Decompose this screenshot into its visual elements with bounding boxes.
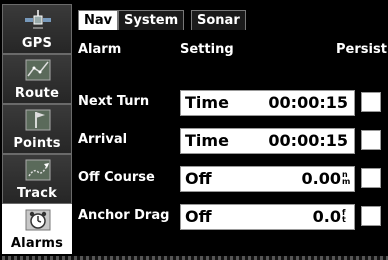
alarm-value: 0.0f t <box>313 207 348 226</box>
waypoint-flag-icon <box>25 109 51 131</box>
sidebar-item-gps[interactable]: GPS <box>2 4 72 54</box>
sidebar-item-label: Points <box>13 136 61 151</box>
route-map-icon <box>25 59 51 81</box>
sidebar: GPS Route Points Track Alarms <box>2 4 72 258</box>
bottom-border <box>2 256 388 260</box>
alarm-label: Off Course <box>78 170 155 185</box>
sidebar-item-label: Route <box>14 86 60 101</box>
alarm-clock-icon <box>25 209 51 231</box>
alarm-value: 00:00:15 <box>268 131 348 150</box>
track-boat-icon <box>25 159 51 181</box>
alarm-value: 0.00n m <box>301 169 351 188</box>
sidebar-item-label: Alarms <box>10 236 64 251</box>
alarm-setting-field[interactable]: Time 00:00:15 <box>180 128 355 154</box>
tab-system[interactable]: System <box>118 10 185 30</box>
column-header-persist: Persist <box>336 42 387 57</box>
sidebar-item-label: GPS <box>21 36 53 51</box>
alarm-row-arrival: Arrival Time 00:00:15 <box>74 128 388 154</box>
alarm-label: Anchor Drag <box>78 208 170 223</box>
alarm-mode: Time <box>185 131 229 150</box>
satellite-icon <box>25 10 51 29</box>
sidebar-item-label: Track <box>17 186 57 201</box>
alarm-mode: Off <box>185 207 212 226</box>
persist-checkbox[interactable] <box>361 92 381 112</box>
persist-checkbox[interactable] <box>361 168 381 188</box>
sidebar-item-alarms[interactable]: Alarms <box>2 204 72 254</box>
alarm-setting-field[interactable]: Time 00:00:15 <box>180 90 355 116</box>
alarm-row-next-turn: Next Turn Time 00:00:15 <box>74 90 388 116</box>
sidebar-item-track[interactable]: Track <box>2 154 72 204</box>
sidebar-item-points[interactable]: Points <box>2 104 72 154</box>
alarm-mode: Time <box>185 93 229 112</box>
column-header-alarm: Alarm <box>78 42 122 57</box>
main-panel: Nav System Sonar Alarm Setting Persist N… <box>74 4 388 258</box>
alarm-label: Arrival <box>78 132 128 147</box>
alarm-setting-field[interactable]: Off 0.0f t <box>180 204 355 230</box>
column-header-setting: Setting <box>180 42 234 57</box>
alarm-setting-field[interactable]: Off 0.00n m <box>180 166 355 192</box>
tab-nav[interactable]: Nav <box>78 10 119 30</box>
alarm-row-off-course: Off Course Off 0.00n m <box>74 166 388 192</box>
unit-label: n m <box>342 170 351 186</box>
sidebar-item-route[interactable]: Route <box>2 54 72 104</box>
alarm-label: Next Turn <box>78 94 150 109</box>
alarm-row-anchor-drag: Anchor Drag Off 0.0f t <box>74 204 388 230</box>
alarm-mode: Off <box>185 169 212 188</box>
alarm-value: 00:00:15 <box>268 93 348 112</box>
persist-checkbox[interactable] <box>361 130 381 150</box>
alarms-screen: GPS Route Points Track Alarms Nav System… <box>0 0 388 260</box>
tab-sonar[interactable]: Sonar <box>191 10 246 30</box>
persist-checkbox[interactable] <box>361 206 381 226</box>
unit-label: f t <box>342 208 346 224</box>
